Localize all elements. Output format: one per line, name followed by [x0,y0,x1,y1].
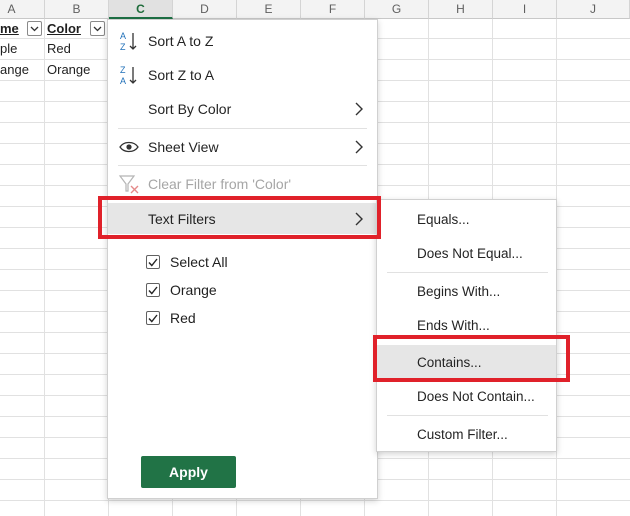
sheet-view-item[interactable]: Sheet View [108,131,377,163]
svg-text:Z: Z [120,65,126,75]
apply-button[interactable]: Apply [141,456,236,488]
svg-text:A: A [120,31,126,41]
grid-line [44,19,45,516]
submenu-divider [387,415,548,416]
cell-b3[interactable]: Orange [47,60,107,80]
submenu-item-label: Does Not Contain... [417,388,535,404]
submenu-item-label: Equals... [417,211,470,227]
checkbox-label: Orange [170,282,217,298]
sort-descending-icon: Z A [118,64,140,86]
submenu-item-label: Custom Filter... [417,426,508,442]
red-checkbox-row[interactable]: Red [146,306,196,330]
does-not-equal-item[interactable]: Does Not Equal... [377,236,556,270]
column-label: J [590,2,596,16]
column-header-g[interactable]: G [365,0,429,19]
cell-a1[interactable]: me [0,19,25,39]
grid-line [0,500,630,501]
clear-filter-item[interactable]: Clear Filter from 'Color' [108,168,377,200]
sort-a-to-z-item[interactable]: A Z Sort A to Z [108,25,377,57]
checkmark-icon [148,286,158,295]
submenu-item-label: Begins With... [417,283,501,299]
chevron-down-icon [30,26,39,31]
filter-menu: A Z Sort A to Z Z A Sort Z to A Sort By … [107,19,378,499]
column-label: F [328,2,337,16]
column-label: I [522,2,527,16]
svg-text:Z: Z [120,42,126,52]
chevron-right-icon [355,140,363,154]
eye-icon [118,136,140,158]
clear-filter-icon [118,173,140,195]
cell-a3[interactable]: ange [0,60,43,80]
custom-filter-item[interactable]: Custom Filter... [377,417,556,451]
column-label: H [456,2,465,16]
orange-checkbox-row[interactable]: Orange [146,278,217,302]
menu-item-label: Sheet View [148,139,219,155]
checkmark-icon [148,258,158,267]
equals-item[interactable]: Equals... [377,202,556,236]
column-header-e[interactable]: E [237,0,301,19]
menu-item-label: Sort A to Z [148,33,214,49]
column-label: B [72,2,81,16]
menu-divider [118,128,367,129]
sort-ascending-icon: A Z [118,30,140,52]
column-label: D [200,2,209,16]
submenu-item-label: Ends With... [417,317,490,333]
column-label: A [7,2,16,16]
checkbox-label: Red [170,310,196,326]
cell-a2[interactable]: ple [0,39,43,59]
column-header-c[interactable]: C [109,0,173,19]
svg-text:A: A [120,76,126,86]
column-label: G [391,2,402,16]
column-header-d[interactable]: D [173,0,237,19]
sort-z-to-a-item[interactable]: Z A Sort Z to A [108,59,377,91]
filter-dropdown-button-a[interactable] [27,21,42,36]
column-header-h[interactable]: H [429,0,493,19]
select-all-checkbox-row[interactable]: Select All [146,250,228,274]
menu-divider [118,165,367,166]
menu-item-label: Sort Z to A [148,67,215,83]
checkbox[interactable] [146,283,160,297]
ends-with-item[interactable]: Ends With... [377,308,556,342]
submenu-item-label: Does Not Equal... [417,245,523,261]
contains-item[interactable]: Contains... [377,345,556,379]
chevron-down-icon [93,26,102,31]
column-header-b[interactable]: B [45,0,109,19]
column-header-f[interactable]: F [301,0,365,19]
cell-b2[interactable]: Red [47,39,107,59]
menu-item-label: Clear Filter from 'Color' [148,176,292,192]
sort-by-color-item[interactable]: Sort By Color [108,93,377,125]
submenu-item-label: Contains... [417,354,482,370]
checkmark-icon [148,314,158,323]
column-header-j[interactable]: J [557,0,630,19]
begins-with-item[interactable]: Begins With... [377,274,556,308]
column-header-i[interactable]: I [493,0,557,19]
checkbox-label: Select All [170,254,228,270]
menu-item-label: Sort By Color [148,101,232,117]
does-not-contain-item[interactable]: Does Not Contain... [377,379,556,413]
checkbox[interactable] [146,255,160,269]
column-label: C [136,1,145,16]
cell-b1[interactable]: Color [47,19,87,39]
chevron-right-icon [355,102,363,116]
text-filters-item[interactable]: Text Filters [108,203,377,234]
menu-item-label: Text Filters [148,210,216,227]
chevron-right-icon [355,212,363,225]
submenu-divider [387,272,548,273]
text-filters-submenu: Equals... Does Not Equal... Begins With.… [376,199,557,452]
column-header-a[interactable]: A [0,0,45,19]
column-label: E [264,2,273,16]
checkbox[interactable] [146,311,160,325]
filter-dropdown-button-b[interactable] [90,21,105,36]
